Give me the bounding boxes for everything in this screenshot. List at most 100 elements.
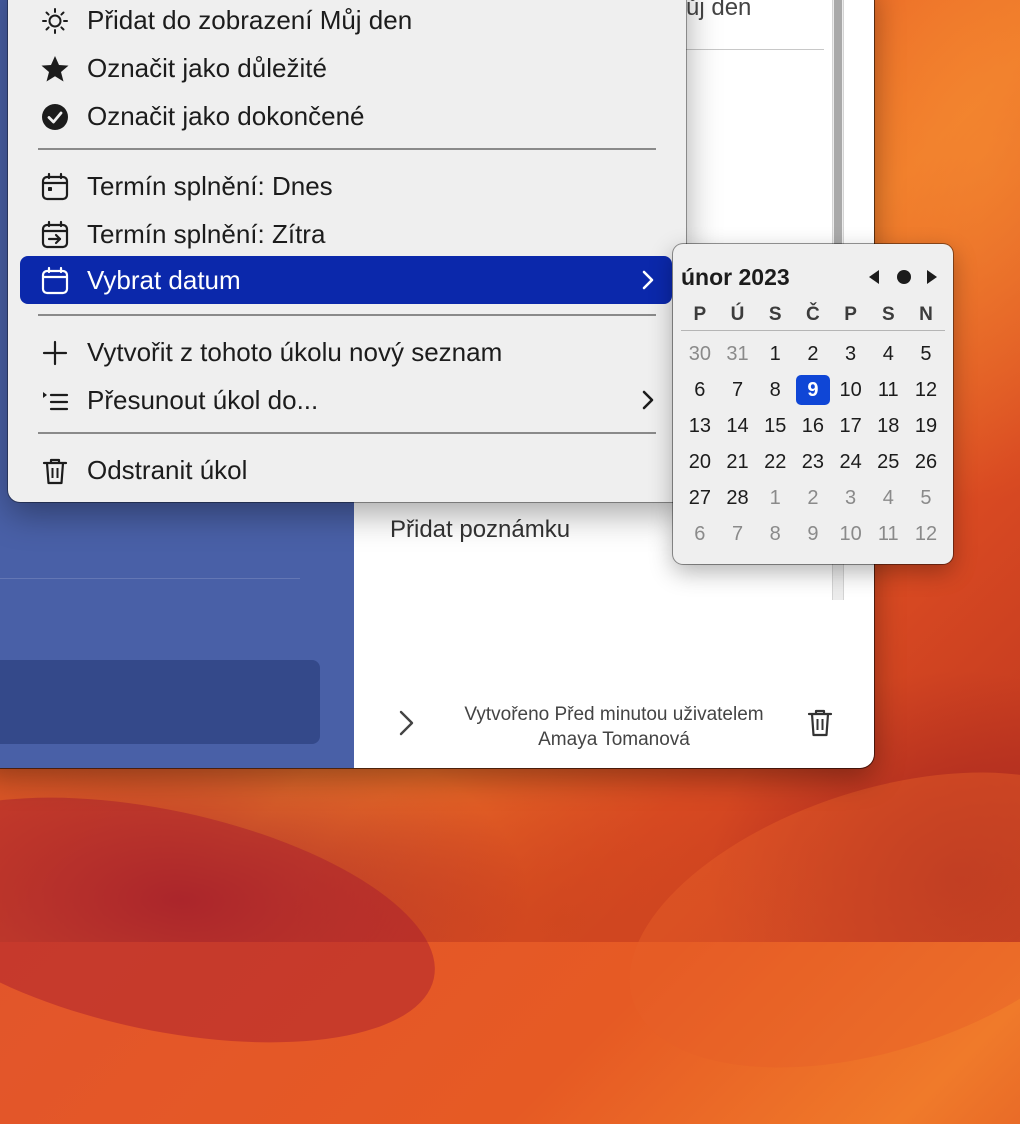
weekday-label: N: [919, 304, 933, 325]
calendar-day[interactable]: 14: [719, 408, 757, 444]
calendar-day[interactable]: 16: [794, 408, 832, 444]
chevron-right-icon: [642, 270, 654, 290]
calendar-day[interactable]: 11: [869, 372, 907, 408]
calendar-day-number: 11: [877, 522, 899, 545]
calendar-day[interactable]: 7: [719, 516, 757, 552]
menu-item-delete-task[interactable]: Odstranit úkol: [20, 446, 672, 494]
calendar-day[interactable]: 18: [869, 408, 907, 444]
calendar-day[interactable]: 6: [681, 372, 719, 408]
plus-icon: [42, 340, 68, 366]
calendar-day-number: 28: [726, 486, 749, 509]
delete-task-trash-icon[interactable]: [806, 708, 834, 738]
calendar-day[interactable]: 9: [794, 516, 832, 552]
calendar-day-number: 21: [726, 450, 749, 473]
checkmark-circle-icon: [42, 104, 68, 130]
menu-item-due-tomorrow[interactable]: Termín splnění: Zítra: [20, 210, 672, 258]
calendar-day-number: 31: [726, 342, 749, 365]
calendar-day[interactable]: 26: [907, 444, 945, 480]
hide-detail-chevron-icon[interactable]: [394, 708, 418, 738]
calendar-day-grid: 30 31 1 2 3 4 5 6 7 8 9 10 11 12 13 14 15 16 17 18 19 20 21 22 2…: [681, 336, 945, 552]
calendar-day-number: 9: [807, 522, 819, 545]
weekday-label: S: [881, 304, 895, 325]
calendar-day[interactable]: 3: [832, 480, 870, 516]
calendar-day[interactable]: 4: [869, 336, 907, 372]
menu-item-pick-date[interactable]: Vybrat datum: [20, 256, 672, 304]
menu-item-label: Odstranit úkol: [87, 455, 248, 485]
calendar-day[interactable]: 2: [794, 480, 832, 516]
calendar-day[interactable]: 5: [907, 480, 945, 516]
calendar-day[interactable]: 12: [907, 516, 945, 552]
calendar-day[interactable]: 30: [681, 336, 719, 372]
weekday-label: Ú: [730, 304, 745, 325]
menu-item-create-list[interactable]: Vytvořit z tohoto úkolu nový seznam: [20, 328, 672, 376]
calendar-day[interactable]: 23: [794, 444, 832, 480]
calendar-day[interactable]: 20: [681, 444, 719, 480]
calendar-day-number: 6: [694, 522, 706, 545]
calendar-day[interactable]: 21: [719, 444, 757, 480]
calendar-day[interactable]: 2: [794, 336, 832, 372]
calendar-day-number: 15: [764, 414, 787, 437]
calendar-day[interactable]: 12: [907, 372, 945, 408]
calendar-header-divider: [681, 330, 945, 331]
calendar-day[interactable]: 31: [719, 336, 757, 372]
menu-item-mark-complete[interactable]: Označit jako dokončené: [20, 92, 672, 140]
menu-item-due-today[interactable]: Termín splnění: Dnes: [20, 162, 672, 210]
calendar-day-number: 5: [920, 486, 932, 509]
menu-separator: [38, 148, 656, 150]
calendar-day[interactable]: 28: [719, 480, 757, 516]
calendar-day-number: 9: [795, 375, 830, 405]
menu-item-label: Označit jako dokončené: [87, 101, 365, 131]
menu-item-label: Označit jako důležité: [87, 53, 327, 83]
calendar-day[interactable]: 13: [681, 408, 719, 444]
calendar-day[interactable]: 11: [869, 516, 907, 552]
calendar-day-number: 13: [688, 414, 711, 437]
calendar-day-number: 30: [688, 342, 711, 365]
calendar-day[interactable]: 1: [756, 480, 794, 516]
calendar-day[interactable]: 7: [719, 372, 757, 408]
menu-item-label: Vybrat datum: [87, 265, 241, 295]
add-note-field[interactable]: Přidat poznámku: [390, 516, 570, 544]
calendar-day-number: 23: [801, 450, 825, 473]
created-info-line1: Vytvořeno Před minutou uživatelem: [464, 704, 764, 725]
menu-item-move-task[interactable]: Přesunout úkol do...: [20, 376, 672, 424]
calendar-day[interactable]: 6: [681, 516, 719, 552]
calendar-weekday-header: PÚSČPSN: [681, 304, 945, 326]
calendar-day[interactable]: 25: [869, 444, 907, 480]
calendar-day-number: 17: [839, 414, 862, 437]
calendar-day-number: 4: [882, 486, 894, 509]
calendar-day[interactable]: 10: [832, 516, 870, 552]
calendar-day[interactable]: 8: [756, 372, 794, 408]
calendar-day[interactable]: 1: [756, 336, 794, 372]
today-dot-icon[interactable]: [893, 266, 915, 288]
calendar-day[interactable]: 17: [832, 408, 870, 444]
calendar-day[interactable]: 22: [756, 444, 794, 480]
menu-item-add-to-my-day[interactable]: Přidat do zobrazení Můj den: [20, 0, 672, 44]
calendar-day[interactable]: 4: [869, 480, 907, 516]
sun-icon: [42, 8, 68, 34]
calendar-day[interactable]: 8: [756, 516, 794, 552]
menu-item-mark-important[interactable]: Označit jako důležité: [20, 44, 672, 92]
calendar-day-selected[interactable]: 9: [794, 372, 832, 408]
chevron-right-icon: [642, 390, 654, 410]
calendar-day-number: 24: [839, 450, 862, 473]
menu-item-label: Termín splnění: Zítra: [87, 219, 326, 249]
calendar-day-number: 25: [877, 450, 900, 473]
calendar-day-number: 6: [694, 378, 706, 401]
calendar-day[interactable]: 3: [832, 336, 870, 372]
previous-month-icon[interactable]: [863, 266, 885, 288]
calendar-day[interactable]: 24: [832, 444, 870, 480]
calendar-day[interactable]: 27: [681, 480, 719, 516]
calendar-day[interactable]: 10: [832, 372, 870, 408]
calendar-day[interactable]: 5: [907, 336, 945, 372]
sidebar-input-bar[interactable]: [0, 660, 320, 744]
next-month-icon[interactable]: [921, 266, 943, 288]
calendar-day[interactable]: 15: [756, 408, 794, 444]
calendar-day-number: 10: [839, 378, 862, 401]
calendar-day-number: 1: [769, 486, 781, 509]
menu-separator: [38, 432, 656, 434]
calendar-day[interactable]: 19: [907, 408, 945, 444]
menu-separator: [38, 314, 656, 316]
wallpaper-wave: [0, 754, 457, 1086]
calendar-day-number: 26: [914, 450, 938, 473]
calendar-day-number: 2: [807, 342, 819, 365]
